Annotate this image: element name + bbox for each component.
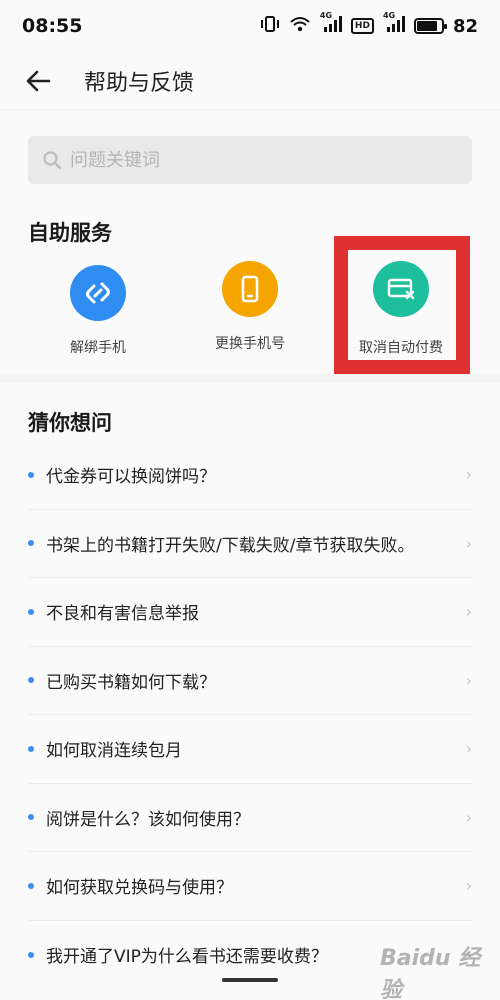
search-input[interactable] [70,149,430,171]
chevron-right-icon: › [465,602,472,622]
hd-icon: HD [350,18,374,34]
faq-item-text: 如何获取兑换码与使用？ [46,878,233,899]
chevron-right-icon: › [465,670,472,690]
chevron-right-icon: › [465,739,472,759]
chevron-right-icon: › [465,807,472,827]
bullet-icon [28,471,34,478]
faq-item-text: 不良和有害信息举报 [46,604,199,625]
faq-item[interactable]: 书架上的书籍打开失败/下载失败/章节获取失败。 › [28,510,472,578]
faq-item-text: 已购买书籍如何下载？ [46,672,216,693]
faq-item-text: 如何取消连续包月 [46,741,182,762]
bullet-icon [28,540,34,547]
status-icons: 4G HD 4G 82 [260,11,478,38]
bullet-icon [28,608,34,615]
faq-item[interactable]: 代金券可以换阅饼吗？ › [28,441,472,510]
battery-icon [413,18,447,34]
signal-icon-2: 4G [382,11,405,37]
status-bar: 08:55 4G HD 4G 82 [0,0,500,52]
watermark: Baidu 经验 [380,946,481,1000]
bullet-icon [28,951,34,958]
app-header: 帮助与反馈 [0,52,500,110]
hd-badge: HD [354,21,370,31]
faq-item-text: 书架上的书籍打开失败/下载失败/章节获取失败。 [46,535,415,556]
service-label: 更换手机号 [215,336,285,352]
faq-item-text: 代金券可以换阅饼吗？ [46,467,216,488]
service-label: 解绑手机 [70,340,126,356]
chevron-right-icon: › [465,876,472,896]
network-type-badge: 4G [319,11,333,20]
service-change-phone[interactable]: 更换手机号 [175,261,325,353]
bullet-icon [28,882,34,889]
status-time: 08:55 [22,15,83,37]
faq-item[interactable]: 如何取消连续包月 › [28,715,472,784]
unlink-icon [70,265,126,321]
home-indicator[interactable] [222,978,278,982]
phone-icon [222,261,278,317]
bullet-icon [28,745,34,752]
faq-item[interactable]: 阅饼是什么？该如何使用？ › [28,784,472,852]
page-title: 帮助与反馈 [84,70,195,96]
faq-item[interactable]: 已购买书籍如何下载？ › [28,647,472,715]
search-bar[interactable] [28,136,472,184]
wifi-icon [289,15,311,37]
bullet-icon [28,814,34,821]
back-button[interactable] [8,52,68,110]
faq-title: 猜你想问 [28,411,112,435]
search-icon [43,151,62,170]
battery-level: 82 [452,15,478,37]
network-type-badge: 4G [382,11,396,20]
signal-icon-1: 4G [319,11,342,37]
faq-section: 猜你想问 代金券可以换阅饼吗？ › 书架上的书籍打开失败/下载失败/章节获取失败。… [0,383,500,1000]
chevron-right-icon: › [465,465,472,485]
highlight-frame [334,236,470,374]
bullet-icon [28,677,34,684]
faq-item[interactable]: 如何获取兑换码与使用？ › [28,852,472,921]
chevron-right-icon: › [465,533,472,553]
faq-item-text: 阅饼是什么？该如何使用？ [46,809,250,830]
back-arrow-icon [26,70,51,91]
vibrate-icon [260,14,280,38]
faq-list: 代金券可以换阅饼吗？ › 书架上的书籍打开失败/下载失败/章节获取失败。 › 不良和… [0,441,500,989]
battery-fill [416,21,437,31]
service-unbind-phone[interactable]: 解绑手机 [23,265,173,357]
faq-item[interactable]: 不良和有害信息举报 › [28,578,472,647]
